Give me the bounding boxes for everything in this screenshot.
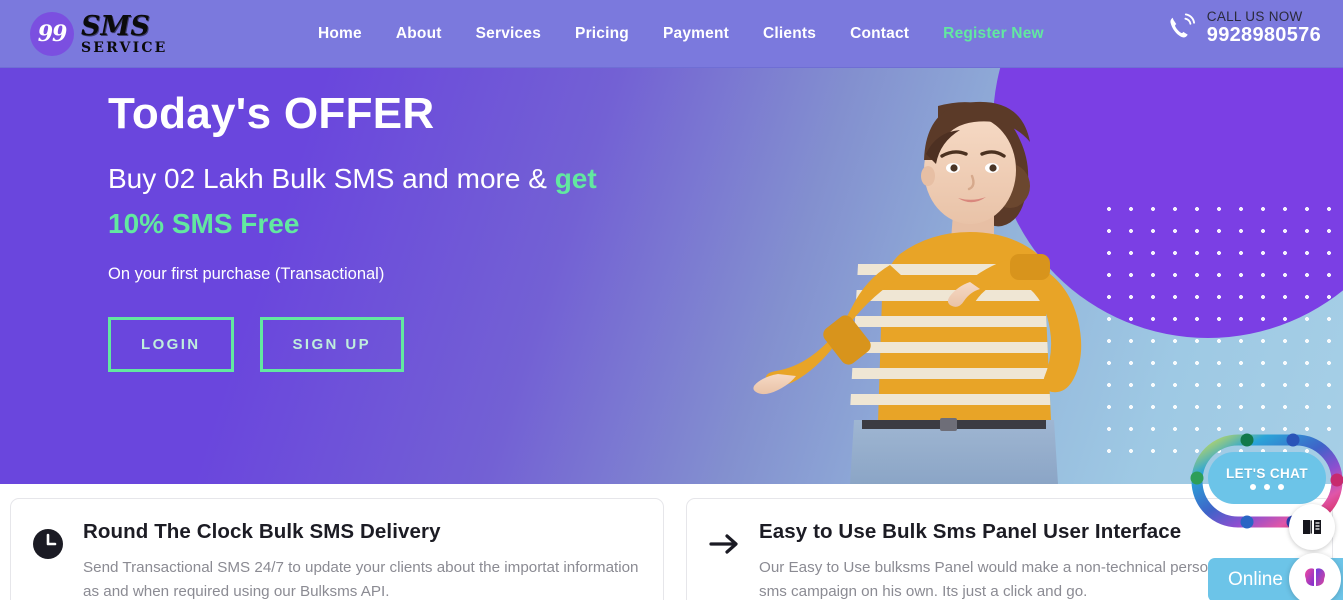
logo-brand-tagline: SERVICE [81,39,168,56]
feature-card: Round The Clock Bulk SMS Delivery Send T… [10,498,664,600]
arrow-right-icon [709,534,738,554]
typing-dots-icon [1250,484,1284,490]
hero-cta-row: LOGIN SIGN UP [108,316,597,372]
hero-note: On your first purchase (Transactional) [108,264,385,283]
phone-number[interactable]: 9928980576 [1207,24,1321,47]
chat-launcher-button[interactable] [1289,553,1341,600]
nav-item-payment[interactable]: Payment [663,25,729,43]
nav-item-pricing[interactable]: Pricing [575,25,629,43]
call-us-block[interactable]: CALL US NOW 9928980576 [1165,9,1321,47]
brain-icon [1305,568,1325,586]
logo-badge-text: 99 [37,20,68,47]
phone-icon [1170,13,1195,38]
signup-button[interactable]: SIGN UP [259,316,404,372]
logo-brand-name: SMS [81,10,150,42]
feature-cards: Round The Clock Bulk SMS Delivery Send T… [0,498,1343,600]
hero-subtitle-plain: Buy 02 Lakh Bulk SMS and more & [108,163,555,195]
nav-item-home[interactable]: Home [318,25,362,43]
call-us-label: CALL US NOW [1206,9,1303,24]
nav-item-register-new[interactable]: Register New [943,25,1044,43]
feature-card-desc: Send Transactional SMS 24/7 to update yo… [83,558,639,600]
site-logo[interactable]: 99 SMS SERVICE [30,10,230,56]
hero-model-image [753,101,1082,484]
primary-nav: Home About Services Pricing Payment Clie… [318,25,1044,43]
hero-content: Today's OFFER Buy 02 Lakh Bulk SMS and m… [108,89,597,372]
hero-banner: Today's OFFER Buy 02 Lakh Bulk SMS and m… [0,68,1343,484]
top-navbar: 99 SMS SERVICE Home About Services Prici… [0,0,1343,68]
book-icon [1303,520,1321,534]
logo-badge-circle: 99 [30,11,74,56]
book-button[interactable] [1289,504,1335,550]
nav-item-services[interactable]: Services [476,25,541,43]
nav-item-about[interactable]: About [396,25,442,43]
nav-item-contact[interactable]: Contact [850,25,909,43]
nav-item-clients[interactable]: Clients [763,25,816,43]
hero-title: Today's OFFER [108,89,435,138]
lets-chat-label: LET'S CHAT [1226,466,1308,481]
lets-chat-bubble[interactable]: LET'S CHAT [1208,452,1326,504]
clock-icon [33,529,63,559]
hero-subtitle: Buy 02 Lakh Bulk SMS and more & get 10% … [108,157,597,245]
hero-subtitle-accent-offer: 10% SMS Free [108,207,300,239]
feature-card-title: Round The Clock Bulk SMS Delivery [83,520,441,543]
login-button[interactable]: LOGIN [108,316,234,372]
hero-subtitle-accent-get: get [554,163,597,195]
chat-status-label: Online [1228,569,1283,590]
chat-widget: LET'S CHAT Online [1183,428,1343,600]
